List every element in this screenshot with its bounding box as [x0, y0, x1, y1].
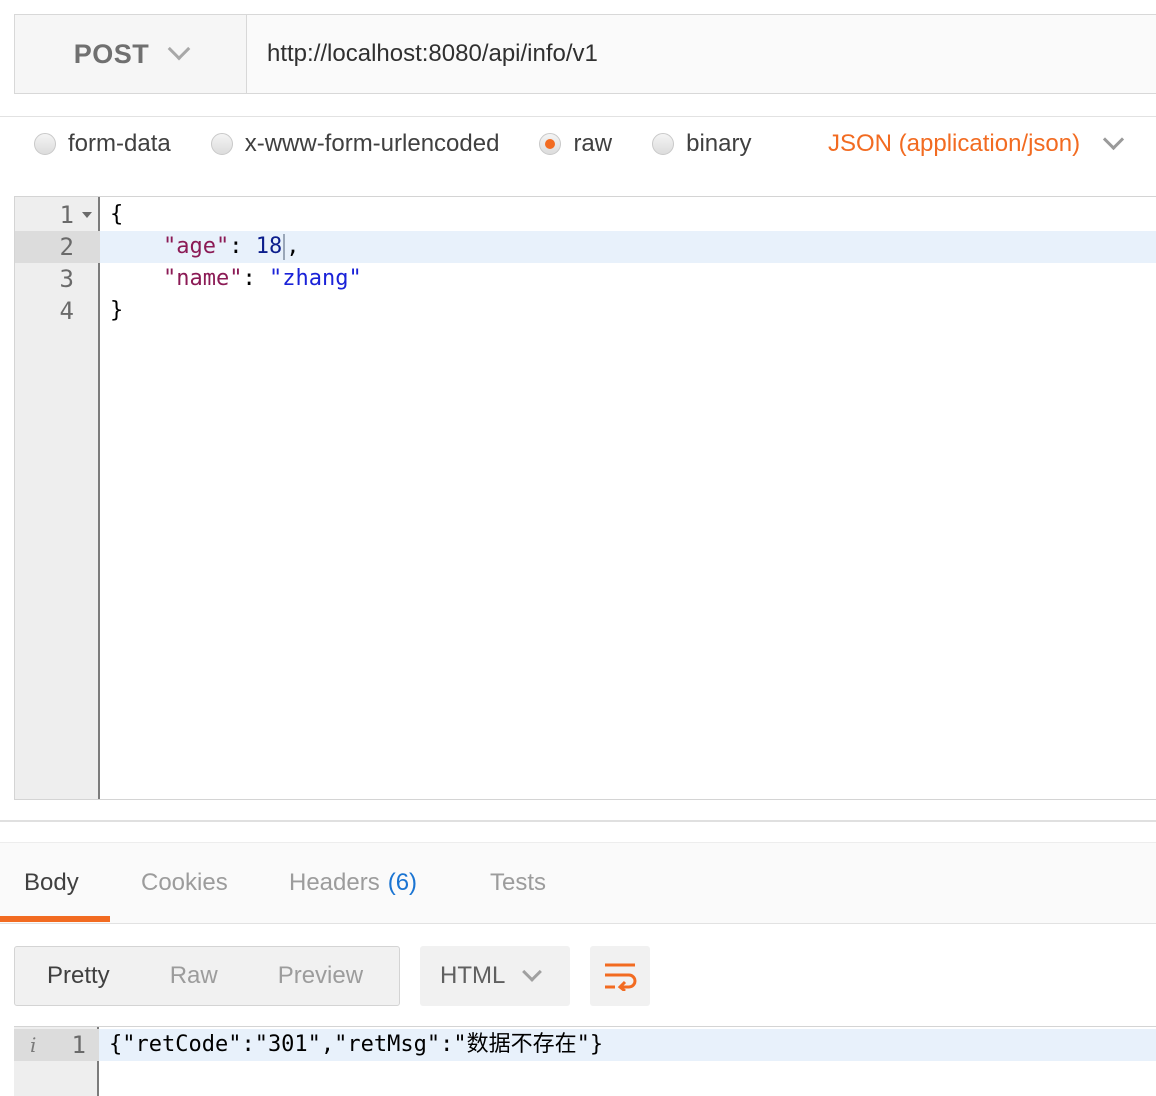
- tab-label: Cookies: [141, 869, 228, 896]
- radio-button[interactable]: [652, 133, 675, 155]
- radio-form-data[interactable]: form-data: [34, 130, 171, 158]
- tab-label: Tests: [490, 869, 547, 896]
- editor-line: 1 {: [15, 199, 1156, 231]
- radio-label: form-data: [68, 130, 171, 157]
- chevron-down-icon: [1103, 128, 1125, 150]
- tab-label: Body: [24, 869, 79, 896]
- view-pretty-button[interactable]: Pretty: [47, 962, 110, 990]
- json-key: "name": [162, 266, 243, 291]
- radio-binary[interactable]: binary: [652, 130, 751, 158]
- info-icon: i: [30, 1033, 37, 1057]
- chevron-down-icon: [522, 962, 543, 982]
- format-label: HTML: [440, 962, 506, 989]
- json-string: "zhang": [268, 266, 362, 291]
- fold-arrow-icon[interactable]: [82, 212, 92, 218]
- text-cursor: [283, 234, 286, 260]
- code-text: {: [110, 202, 124, 227]
- request-body-editor[interactable]: 1 { 2 "age": 18, 3 "name": "zhang" 4 }: [14, 196, 1156, 800]
- wrap-lines-button[interactable]: [590, 946, 650, 1006]
- section-divider: [0, 820, 1156, 822]
- radio-button[interactable]: [210, 133, 233, 155]
- line-number: 3: [59, 265, 74, 293]
- response-line: i 1 {"retCode":"301","retMsg":"数据不存在"}: [14, 1029, 1156, 1061]
- method-label: POST: [73, 38, 150, 69]
- radio-x-www-form-urlencoded[interactable]: x-www-form-urlencoded: [210, 130, 500, 158]
- code-text: "name": "zhang": [162, 266, 362, 291]
- line-number: 1: [71, 1031, 86, 1059]
- wrap-lines-icon: [605, 963, 637, 991]
- tab-body[interactable]: Body: [24, 843, 79, 923]
- tab-label: Headers: [289, 869, 380, 896]
- response-tabs: Body Cookies Headers (6) Tests: [0, 842, 1156, 924]
- content-type-label: JSON (application/json): [828, 130, 1081, 157]
- code-text: }: [110, 298, 124, 323]
- active-tab-indicator: [0, 916, 110, 922]
- body-type-selector: form-data x-www-form-urlencoded raw bina…: [34, 126, 791, 162]
- divider: [0, 116, 1156, 117]
- code-text: "age": 18,: [162, 234, 300, 260]
- radio-label: binary: [686, 130, 752, 157]
- tab-tests[interactable]: Tests: [490, 843, 546, 923]
- content-type-dropdown[interactable]: JSON (application/json): [828, 128, 1125, 158]
- radio-raw[interactable]: raw: [539, 130, 612, 158]
- format-dropdown[interactable]: HTML: [420, 946, 570, 1006]
- view-mode-group: Pretty Raw Preview: [14, 946, 400, 1006]
- editor-line: 4 }: [15, 295, 1156, 327]
- request-bar: POST http://localhost:8080/api/info/v1: [14, 14, 1156, 94]
- radio-button[interactable]: [34, 133, 56, 155]
- headers-count-badge: (6): [387, 869, 418, 896]
- tab-cookies[interactable]: Cookies: [141, 843, 228, 923]
- response-body-viewer[interactable]: i 1 {"retCode":"301","retMsg":"数据不存在"}: [14, 1026, 1156, 1096]
- view-raw-button[interactable]: Raw: [170, 962, 218, 990]
- chevron-down-icon: [167, 37, 191, 61]
- radio-label: x-www-form-urlencoded: [244, 130, 500, 157]
- tab-headers[interactable]: Headers (6): [289, 843, 417, 923]
- editor-line: 3 "name": "zhang": [15, 263, 1156, 295]
- json-number: 18: [255, 234, 283, 259]
- method-select[interactable]: POST: [15, 15, 247, 93]
- json-key: "age": [162, 234, 230, 259]
- radio-button-checked[interactable]: [539, 133, 562, 155]
- response-text: {"retCode":"301","retMsg":"数据不存在"}: [109, 1032, 604, 1057]
- radio-label: raw: [573, 130, 613, 157]
- url-input[interactable]: http://localhost:8080/api/info/v1: [247, 15, 1156, 93]
- editor-line-active: 2 "age": 18,: [15, 231, 1156, 263]
- line-number: 4: [59, 297, 74, 325]
- line-number: 2: [15, 231, 100, 263]
- view-preview-button[interactable]: Preview: [278, 962, 363, 990]
